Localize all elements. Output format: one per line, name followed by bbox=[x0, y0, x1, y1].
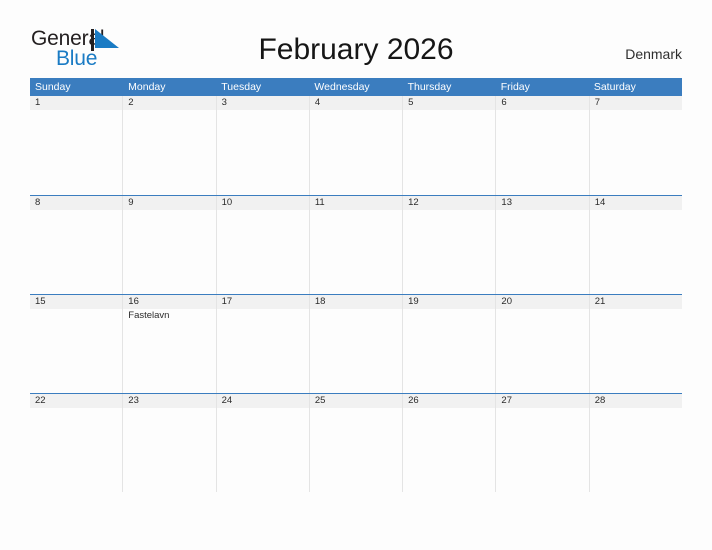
day-number: 8 bbox=[30, 196, 123, 210]
calendar-day-cell[interactable]: 21 bbox=[588, 295, 682, 393]
calendar-day-cell[interactable]: 20 bbox=[495, 295, 589, 393]
calendar-grid: Sunday Monday Tuesday Wednesday Thursday… bbox=[30, 78, 682, 492]
calendar-day-cell[interactable]: 2 bbox=[122, 96, 216, 195]
day-number: 5 bbox=[403, 96, 496, 110]
calendar-day-cell[interactable]: 3 bbox=[215, 96, 309, 195]
calendar-day-cell[interactable]: 18 bbox=[308, 295, 403, 393]
day-number: 3 bbox=[216, 96, 309, 110]
day-number: 28 bbox=[589, 394, 682, 408]
calendar-week-row: 8 9 10 11 12 13 14 bbox=[30, 195, 682, 294]
day-number: 14 bbox=[589, 196, 682, 210]
day-number: 20 bbox=[496, 295, 589, 309]
calendar-week-row: 22 23 24 25 26 27 28 bbox=[30, 393, 682, 492]
day-number: 24 bbox=[216, 394, 309, 408]
day-number: 16 bbox=[123, 295, 216, 309]
calendar-day-cell[interactable]: 9 bbox=[122, 196, 216, 294]
calendar-day-cell[interactable]: 13 bbox=[495, 196, 589, 294]
calendar-day-cell[interactable]: 8 bbox=[30, 196, 123, 294]
day-number: 4 bbox=[309, 96, 403, 110]
day-number: 18 bbox=[309, 295, 403, 309]
weekday-header-friday: Friday bbox=[500, 81, 530, 93]
calendar-day-cell[interactable]: 12 bbox=[402, 196, 496, 294]
calendar-weeks: 1 2 3 4 5 6 7 8 9 10 11 12 13 14 15 16 Fastelavn 17 18 19 20… bbox=[30, 96, 682, 492]
calendar-day-cell[interactable]: 19 bbox=[402, 295, 496, 393]
calendar-day-cell[interactable]: 22 bbox=[30, 394, 123, 492]
page-header: General Blue February 2026 Denmark bbox=[0, 0, 712, 78]
calendar-day-cell[interactable]: 28 bbox=[588, 394, 682, 492]
day-number: 26 bbox=[403, 394, 496, 408]
day-number: 11 bbox=[309, 196, 403, 210]
calendar-day-cell[interactable]: 5 bbox=[402, 96, 496, 195]
day-number: 12 bbox=[403, 196, 496, 210]
day-number: 15 bbox=[30, 295, 123, 309]
day-number: 2 bbox=[123, 96, 216, 110]
day-events: Fastelavn bbox=[123, 309, 215, 322]
day-number: 6 bbox=[496, 96, 589, 110]
day-number: 7 bbox=[589, 96, 682, 110]
weekday-header-row: Sunday Monday Tuesday Wednesday Thursday… bbox=[30, 78, 682, 96]
calendar-day-cell[interactable]: 16 Fastelavn bbox=[122, 295, 216, 393]
calendar-day-cell[interactable]: 24 bbox=[215, 394, 309, 492]
day-number: 25 bbox=[309, 394, 403, 408]
page-title: February 2026 bbox=[258, 33, 454, 66]
calendar-day-cell[interactable]: 6 bbox=[495, 96, 589, 195]
day-number: 27 bbox=[496, 394, 589, 408]
weekday-header-tuesday: Tuesday bbox=[221, 81, 262, 93]
calendar-day-cell[interactable]: 15 bbox=[30, 295, 123, 393]
calendar-day-cell[interactable]: 11 bbox=[308, 196, 403, 294]
day-number: 13 bbox=[496, 196, 589, 210]
weekday-header-saturday: Saturday bbox=[593, 81, 636, 93]
calendar-day-cell[interactable]: 23 bbox=[122, 394, 216, 492]
weekday-header-thursday: Thursday bbox=[407, 81, 452, 93]
calendar-day-cell[interactable]: 17 bbox=[215, 295, 309, 393]
calendar-day-cell[interactable]: 27 bbox=[495, 394, 589, 492]
calendar-day-cell[interactable]: 14 bbox=[588, 196, 682, 294]
calendar-day-cell[interactable]: 26 bbox=[402, 394, 496, 492]
day-number: 21 bbox=[589, 295, 682, 309]
calendar-week-row: 15 16 Fastelavn 17 18 19 20 21 bbox=[30, 294, 682, 393]
weekday-header-wednesday: Wednesday bbox=[314, 81, 370, 93]
weekday-header-sunday: Sunday bbox=[35, 81, 71, 93]
day-number: 23 bbox=[123, 394, 216, 408]
day-number: 17 bbox=[216, 295, 309, 309]
calendar-day-cell[interactable]: 1 bbox=[30, 96, 123, 195]
weekday-header-monday: Monday bbox=[128, 81, 166, 93]
day-number: 10 bbox=[216, 196, 309, 210]
day-number: 19 bbox=[403, 295, 496, 309]
country-label: Denmark bbox=[625, 46, 682, 62]
event-label[interactable]: Fastelavn bbox=[128, 310, 211, 322]
day-number: 9 bbox=[123, 196, 216, 210]
calendar-week-row: 1234567 bbox=[30, 96, 682, 195]
calendar-day-cell[interactable]: 7 bbox=[588, 96, 682, 195]
day-number: 1 bbox=[30, 96, 123, 110]
day-number: 22 bbox=[30, 394, 123, 408]
calendar-day-cell[interactable]: 25 bbox=[308, 394, 403, 492]
calendar-day-cell[interactable]: 10 bbox=[215, 196, 309, 294]
calendar-day-cell[interactable]: 4 bbox=[308, 96, 403, 195]
